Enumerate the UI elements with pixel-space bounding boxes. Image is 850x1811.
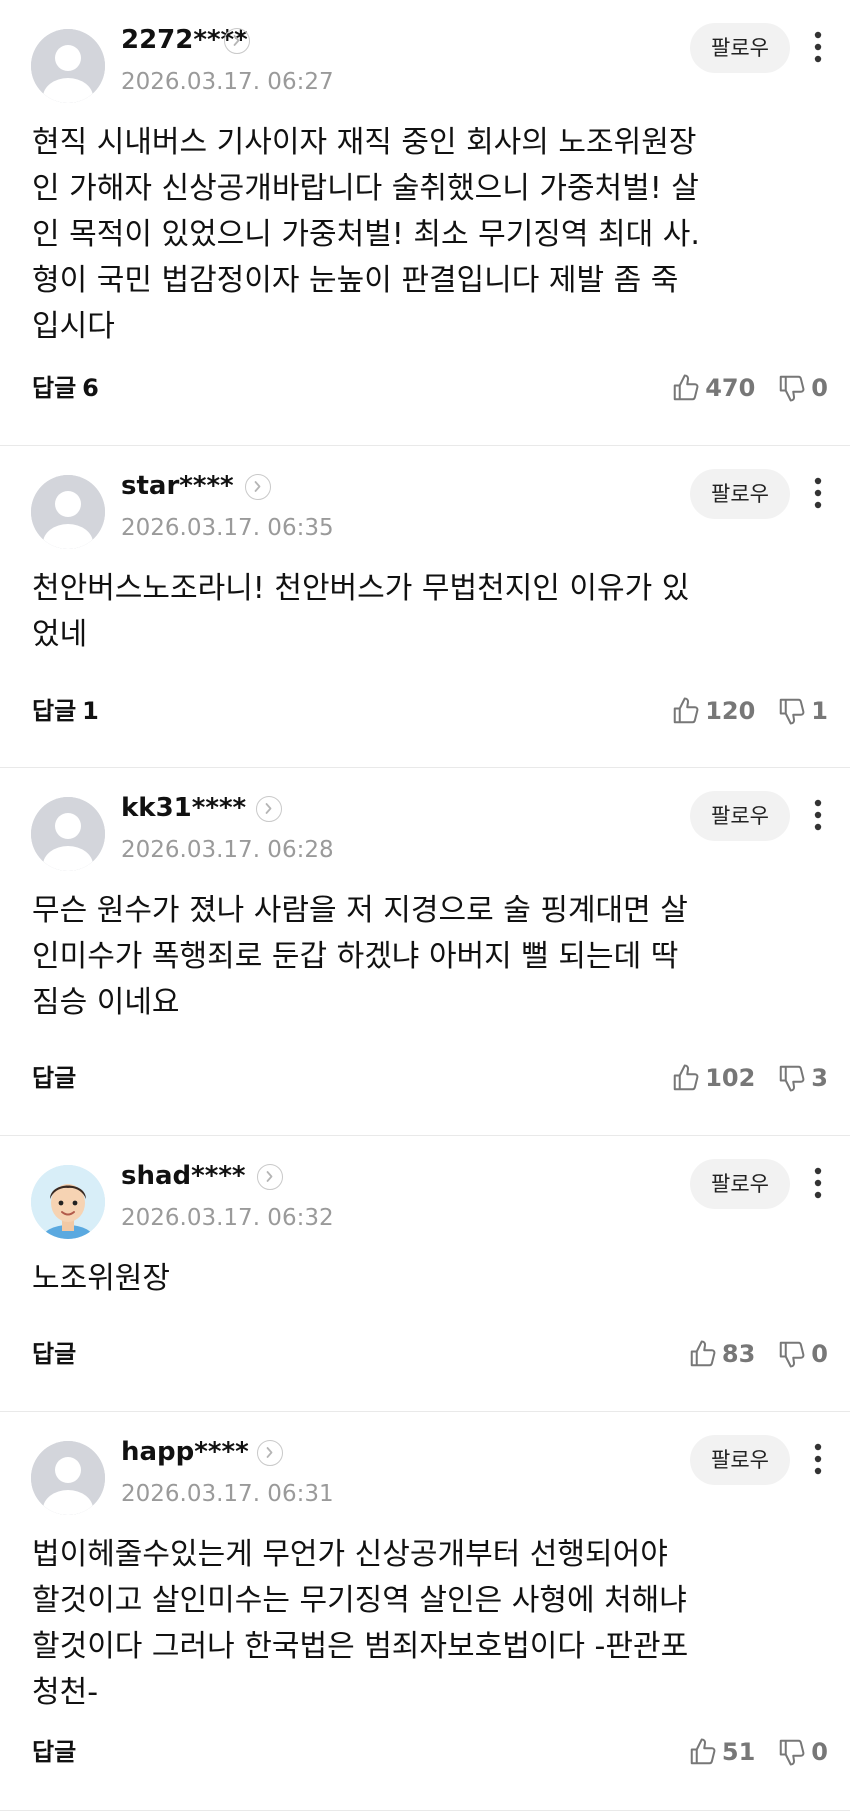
like-button[interactable]: 51 [688,1735,755,1769]
thumbs-up-icon [690,1340,716,1367]
reply-label: 답글 [32,1738,77,1766]
username[interactable]: happ**** [121,1434,249,1470]
reply-label: 답글 [32,374,77,402]
default-avatar-icon [31,1441,105,1515]
follow-button[interactable]: 팔로우 [690,1159,790,1209]
comment-item: 2272**** 2026.03.17. 06:27 팔로우 현직 시내버스 기… [0,0,850,446]
like-count: 51 [721,1738,756,1766]
more-vertical-icon[interactable] [806,796,830,834]
dislike-button[interactable]: 3 [777,1061,828,1095]
timestamp: 2026.03.17. 06:31 [121,1481,334,1507]
comment-text: 현직 시내버스 기사이자 재직 중인 회사의 노조위원장 인 가해자 신상공개바… [32,125,700,344]
comment-item: happ**** 2026.03.17. 06:31 팔로우 법이헤줄수있는게 … [0,1412,850,1811]
dislike-count: 1 [811,697,828,725]
avatar[interactable] [31,475,105,549]
follow-button[interactable]: 팔로우 [690,469,790,519]
like-button[interactable]: 120 [671,694,755,728]
comment-text: 무슨 원수가 졌나 사람을 저 지경으로 술 핑계대면 살 인미수가 폭행죄로 … [32,893,688,1020]
timestamp: 2026.03.17. 06:27 [121,69,334,95]
comment-item: star**** 2026.03.17. 06:35 팔로우 천안버스노조라니!… [0,446,850,768]
reply-label: 답글 [32,1340,77,1368]
dislike-count: 0 [811,1340,828,1368]
dislike-count: 0 [811,374,828,402]
more-vertical-icon[interactable] [806,1440,830,1478]
username[interactable]: kk31**** [121,790,246,826]
follow-button[interactable]: 팔로우 [690,1435,790,1485]
dislike-button[interactable]: 0 [777,371,828,405]
comment-item: kk31**** 2026.03.17. 06:28 팔로우 무슨 원수가 졌나… [0,768,850,1136]
reply-button[interactable]: 답글 6 [32,372,99,404]
username[interactable]: shad**** [121,1158,246,1194]
like-button[interactable]: 83 [688,1337,755,1371]
follow-button[interactable]: 팔로우 [690,791,790,841]
comment-actions: 51 0 [688,1735,828,1769]
comment-actions: 102 3 [671,1061,828,1095]
chevron-right-icon[interactable] [245,474,271,500]
reply-button[interactable]: 답글 [32,1736,76,1768]
thumbs-up-icon [673,697,699,724]
timestamp: 2026.03.17. 06:28 [121,837,334,863]
avatar[interactable] [31,797,105,871]
more-vertical-icon[interactable] [806,474,830,512]
more-vertical-icon[interactable] [806,28,830,66]
character-avatar-icon [31,1165,105,1239]
thumbs-down-icon [780,1065,805,1092]
reply-button[interactable]: 답글 [32,1062,76,1094]
thumbs-down-icon [780,698,805,725]
username[interactable]: star**** [121,468,234,504]
like-count: 470 [705,374,756,402]
reply-button[interactable]: 답글 [32,1338,76,1370]
thumbs-down-icon [780,1739,805,1766]
default-avatar-icon [31,29,105,103]
dislike-button[interactable]: 0 [777,1735,828,1769]
dislike-count: 3 [811,1064,828,1092]
timestamp: 2026.03.17. 06:32 [121,1205,334,1231]
thumbs-up-icon [673,374,699,401]
follow-button[interactable]: 팔로우 [690,23,790,73]
reply-label: 답글 [32,1064,77,1092]
thumbs-down-icon [780,1341,805,1368]
comment-text: 법이헤줄수있는게 무언가 신상공개부터 선행되어야 할것이고 살인미수는 무기징… [32,1537,689,1710]
reply-label: 답글 [32,697,77,725]
chevron-right-icon[interactable] [256,796,282,822]
dislike-count: 0 [811,1738,828,1766]
avatar[interactable] [31,1441,105,1515]
chevron-right-icon[interactable] [257,1440,283,1466]
comment-actions: 83 0 [688,1337,828,1371]
like-button[interactable]: 470 [671,371,755,405]
chevron-right-icon[interactable] [257,1164,283,1190]
dislike-button[interactable]: 0 [777,1337,828,1371]
default-avatar-icon [31,797,105,871]
comment-actions: 470 0 [671,371,828,405]
thumbs-up-icon [690,1738,716,1765]
like-count: 120 [705,697,756,725]
comment-text: 천안버스노조라니! 천안버스가 무법천지인 이유가 있 었네 [32,571,690,652]
default-avatar-icon [31,475,105,549]
comment-actions: 120 1 [671,694,828,728]
timestamp: 2026.03.17. 06:35 [121,515,334,541]
thumbs-down-icon [780,375,805,402]
reply-button[interactable]: 답글 1 [32,695,99,727]
reply-count: 6 [82,374,99,402]
comment-item: shad**** 2026.03.17. 06:32 팔로우 노조위원장 답글 … [0,1136,850,1412]
avatar[interactable] [31,29,105,103]
comment-text: 노조위원장 [32,1261,170,1296]
like-count: 102 [705,1064,756,1092]
reply-count: 1 [82,697,99,725]
avatar[interactable] [31,1165,105,1239]
thumbs-up-icon [673,1064,699,1091]
dislike-button[interactable]: 1 [777,694,828,728]
like-button[interactable]: 102 [671,1061,755,1095]
chevron-right-icon[interactable] [224,28,250,54]
more-vertical-icon[interactable] [806,1164,830,1202]
like-count: 83 [721,1340,756,1368]
